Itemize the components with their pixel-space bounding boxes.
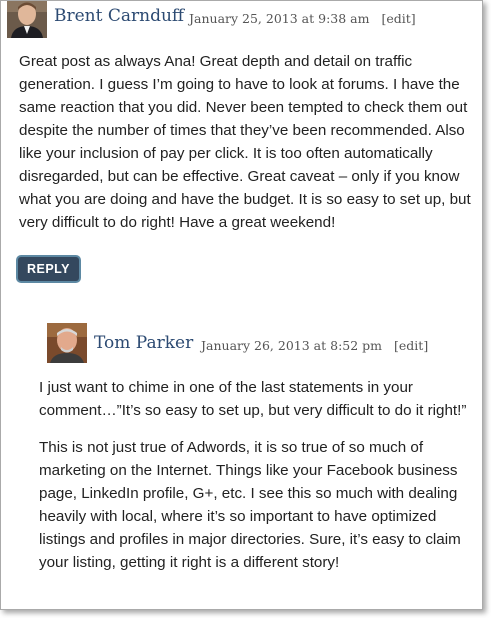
comment-date-link[interactable]: January 26, 2013 at 8:52 pm xyxy=(201,338,382,353)
avatar[interactable] xyxy=(7,1,47,38)
reply-button[interactable]: REPLY xyxy=(18,257,79,281)
author-name-link[interactable]: Brent Carnduff xyxy=(54,6,184,26)
avatar[interactable] xyxy=(47,323,87,363)
comment-body: I just want to chime in one of the last … xyxy=(39,376,479,588)
person-photo-avatar-icon xyxy=(47,323,87,363)
comment-paragraph: I just want to chime in one of the last … xyxy=(39,379,467,419)
author-name-link[interactable]: Tom Parker xyxy=(94,333,193,353)
comment-paragraph: Great post as always Ana! Great depth an… xyxy=(19,53,471,231)
comment-meta: January 25, 2013 at 9:38 am [edit] xyxy=(189,11,416,26)
comment-body: Great post as always Ana! Great depth an… xyxy=(19,50,481,248)
comment-meta: January 26, 2013 at 8:52 pm [edit] xyxy=(201,338,428,353)
person-photo-avatar-icon xyxy=(7,1,47,38)
comments-panel: Brent Carnduff January 25, 2013 at 9:38 … xyxy=(0,0,483,610)
comment-paragraph: This is not just true of Adwords, it is … xyxy=(39,439,461,571)
comment-date-link[interactable]: January 25, 2013 at 9:38 am xyxy=(189,11,369,26)
edit-link[interactable]: [edit] xyxy=(394,338,428,353)
edit-link[interactable]: [edit] xyxy=(381,11,415,26)
